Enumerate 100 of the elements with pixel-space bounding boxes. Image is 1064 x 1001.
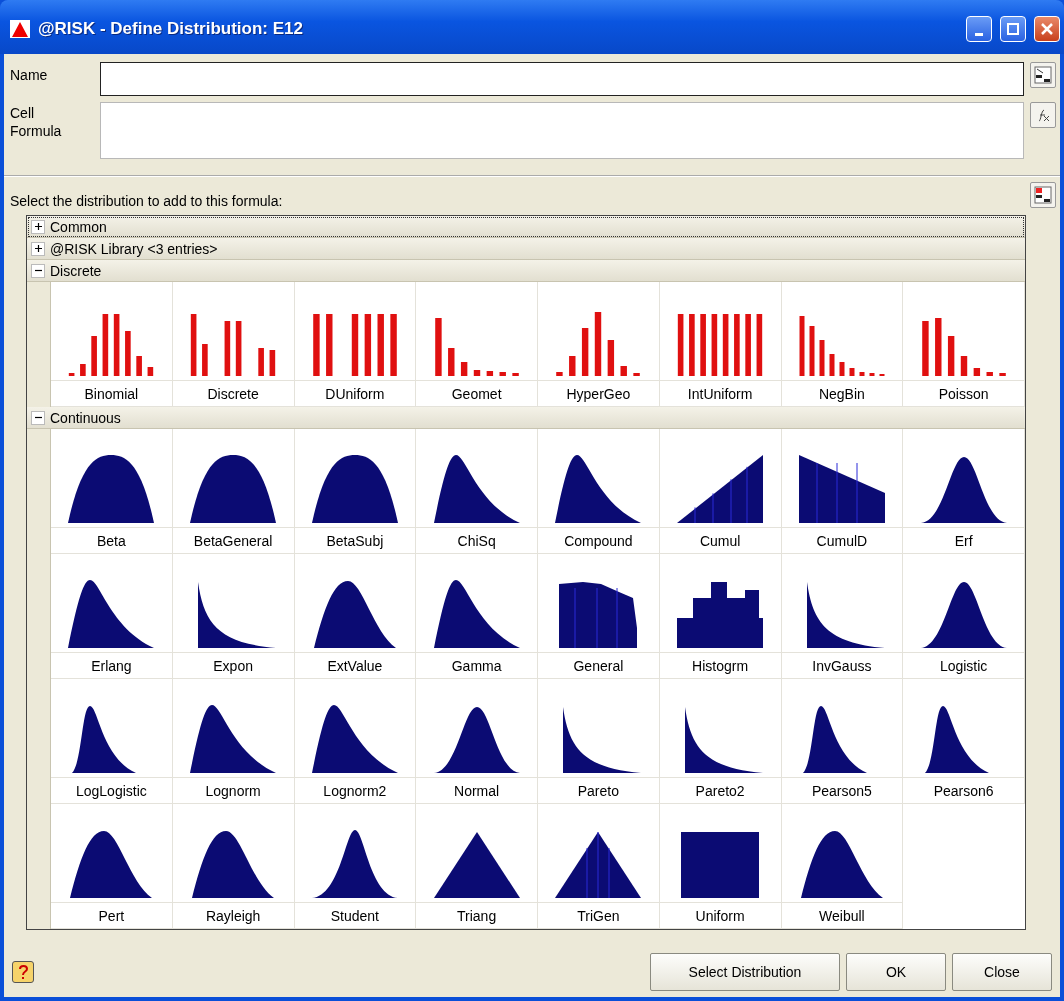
distribution-tile[interactable]: Lognorm2 (294, 679, 417, 804)
distribution-name: Erlang (90, 656, 133, 676)
distribution-tile[interactable]: ExtValue (294, 554, 417, 679)
distribution-tile[interactable]: CumulD (781, 429, 904, 554)
formula-field[interactable] (100, 102, 1024, 159)
distribution-name: Erf (953, 531, 974, 551)
group-label: Common (50, 218, 107, 235)
distribution-tile[interactable]: BetaGeneral (172, 429, 295, 554)
distribution-tile[interactable]: TriGen (538, 804, 660, 929)
distribution-tile[interactable]: Geomet (416, 282, 538, 407)
distribution-tile[interactable]: InvGauss (781, 554, 904, 679)
distribution-tile[interactable]: Lognorm (172, 679, 295, 804)
collapse-toggle[interactable] (31, 410, 45, 425)
group-label: Continuous (50, 409, 121, 426)
group-header[interactable]: Continuous (27, 407, 1025, 429)
function-button[interactable] (1030, 102, 1056, 128)
distribution-name: CumulD (815, 531, 869, 551)
curve-icon (675, 453, 766, 525)
curve-icon (66, 453, 157, 525)
curve-icon (188, 453, 279, 525)
distribution-name: Uniform (694, 906, 746, 926)
distribution-tile[interactable]: Pearson6 (903, 679, 1025, 804)
dialog-button[interactable]: Select Distribution (650, 953, 840, 991)
distribution-tile[interactable]: Gamma (416, 554, 538, 679)
distribution-tile[interactable]: Weibull (781, 804, 904, 929)
distribution-tile[interactable]: Student (294, 804, 417, 929)
minimize-button[interactable] (966, 16, 992, 42)
instruction-text: Select the distribution to add to this formula: (10, 192, 283, 209)
distribution-name: Rayleigh (204, 906, 262, 926)
distribution-name: Pareto2 (694, 781, 746, 801)
distribution-tile[interactable]: IntUniform (659, 282, 782, 407)
help-button[interactable] (12, 961, 34, 983)
distribution-tile[interactable]: NegBin (781, 282, 904, 407)
distribution-tile[interactable]: Poisson (903, 282, 1025, 407)
distribution-tile[interactable]: Rayleigh (172, 804, 295, 929)
group-label: @RISK Library <3 entries> (50, 240, 218, 257)
distribution-name: Discrete (206, 384, 260, 404)
expand-toggle[interactable] (31, 241, 45, 256)
curve-icon (309, 453, 400, 525)
collapse-toggle[interactable] (31, 263, 45, 278)
distribution-tile[interactable]: Pareto2 (659, 679, 782, 804)
plus-icon (33, 222, 43, 231)
distribution-tile[interactable]: HyperGeo (538, 282, 660, 407)
distribution-tile[interactable]: Cumul (659, 429, 782, 554)
distribution-name: Lognorm2 (322, 781, 388, 801)
distribution-tile[interactable]: Discrete (172, 282, 295, 407)
distribution-name: InvGauss (811, 656, 873, 676)
distribution-name: ExtValue (326, 656, 384, 676)
distribution-tile[interactable]: General (538, 554, 660, 679)
distribution-name: TriGen (576, 906, 621, 926)
distribution-tile[interactable]: Uniform (659, 804, 782, 929)
distribution-name: Expon (212, 656, 254, 676)
distribution-tile[interactable]: Normal (416, 679, 538, 804)
expand-toggle[interactable] (31, 219, 45, 234)
group-header[interactable]: @RISK Library <3 entries> (27, 238, 1025, 260)
distribution-name: DUniform (324, 384, 386, 404)
name-field[interactable] (100, 62, 1024, 96)
group-header[interactable]: Discrete (27, 260, 1025, 282)
dialog-button[interactable]: Close (952, 953, 1052, 991)
distribution-tile[interactable]: Histogrm (659, 554, 782, 679)
distribution-tile[interactable]: Expon (172, 554, 295, 679)
distribution-name: Binomial (83, 384, 140, 404)
distribution-tile[interactable]: Binomial (51, 282, 173, 407)
distribution-tile[interactable]: ChiSq (416, 429, 538, 554)
distribution-tile[interactable]: BetaSubj (294, 429, 417, 554)
group-header[interactable]: Common (27, 216, 1025, 238)
distribution-name: BetaGeneral (192, 531, 274, 551)
cell-reference-button[interactable] (1030, 62, 1056, 88)
distribution-tile[interactable]: LogLogistic (51, 679, 173, 804)
distribution-tile[interactable]: Pearson5 (781, 679, 904, 804)
distribution-tile[interactable]: Erlang (51, 554, 173, 679)
plus-icon (33, 244, 43, 253)
distribution-tile[interactable]: DUniform (294, 282, 417, 407)
dialog-button[interactable]: OK (846, 953, 946, 991)
distribution-tile[interactable]: Pert (51, 804, 173, 929)
curve-icon (309, 703, 400, 775)
distribution-name: Compound (563, 531, 634, 551)
question-mark-icon (17, 965, 29, 979)
distribution-name: ChiSq (456, 531, 497, 551)
distribution-name: Lognorm (204, 781, 262, 801)
distribution-name: Pert (97, 906, 126, 926)
spreadsheet-icon (1034, 186, 1052, 204)
distribution-name: BetaSubj (325, 531, 385, 551)
distribution-tile[interactable]: Compound (538, 429, 660, 554)
distribution-tile[interactable]: Logistic (903, 554, 1025, 679)
minimize-icon (975, 32, 983, 36)
distribution-name: Histogrm (691, 656, 750, 676)
curve-icon (796, 453, 887, 525)
distribution-name: Gamma (450, 656, 503, 676)
close-button[interactable] (1034, 16, 1060, 42)
maximize-button[interactable] (1000, 16, 1026, 42)
distribution-tile[interactable]: Triang (416, 804, 538, 929)
distribution-tile[interactable]: Beta (51, 429, 173, 554)
distribution-name: Normal (453, 781, 501, 801)
distribution-name: Cumul (698, 531, 742, 551)
spreadsheet-button[interactable] (1030, 182, 1056, 208)
distribution-tile[interactable]: Erf (903, 429, 1025, 554)
curve-icon (431, 453, 522, 525)
distribution-name: Triang (456, 906, 498, 926)
distribution-tile[interactable]: Pareto (538, 679, 660, 804)
